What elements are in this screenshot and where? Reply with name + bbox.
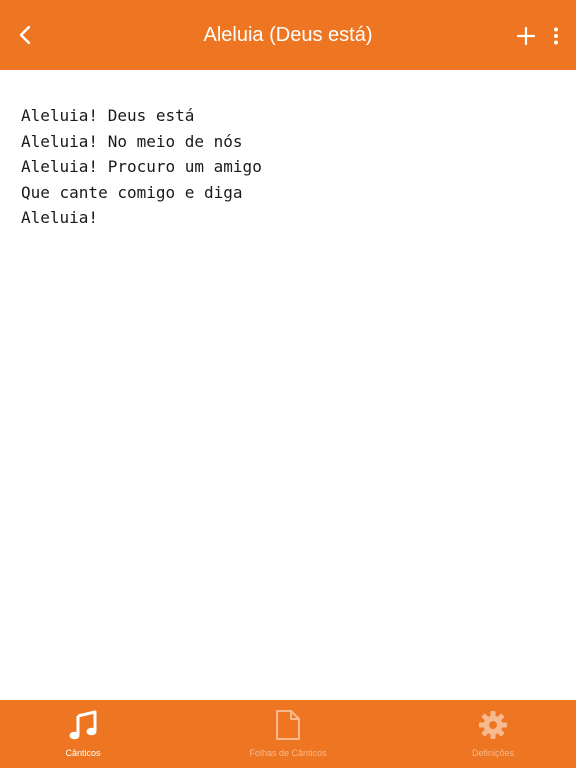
tab-songs[interactable]: Cânticos [43,700,123,768]
more-options-button[interactable] [546,22,566,50]
more-vertical-icon [554,27,558,45]
song-content: Aleluia! Deus está Aleluia! No meio de n… [0,70,576,700]
lyric-line: Que cante comigo e diga [21,182,243,202]
lyric-line: Aleluia! [21,208,99,227]
app-window: Aleluia (Deus está) Aleluia! Deus está A… [0,0,576,768]
page-title: Aleluia (Deus está) [203,23,373,46]
lyrics-text: Aleluia! Deus está Aleluia! No meio de n… [21,103,262,231]
chevron-left-icon [19,25,31,45]
bottom-tab-bar: Cânticos Folhas de Cânticos Definições [0,700,576,768]
tab-song-sheets[interactable]: Folhas de Cânticos [228,700,348,768]
tab-settings[interactable]: Definições [453,700,533,768]
lyric-line: Aleluia! Deus está [21,106,195,125]
tab-label: Folhas de Cânticos [249,748,327,758]
top-app-bar: Aleluia (Deus está) [0,0,576,70]
lyric-line: Aleluia! No meio de nós [21,131,243,151]
gear-icon [479,711,507,739]
plus-icon [517,27,535,45]
tab-label: Definições [471,748,515,758]
tab-label: Cânticos [65,748,101,758]
music-note-icon [69,710,97,740]
add-button[interactable] [512,22,540,50]
lyric-line: Aleluia! Procuro um amigo [21,157,262,176]
document-icon [276,710,300,740]
back-button[interactable] [10,20,40,50]
